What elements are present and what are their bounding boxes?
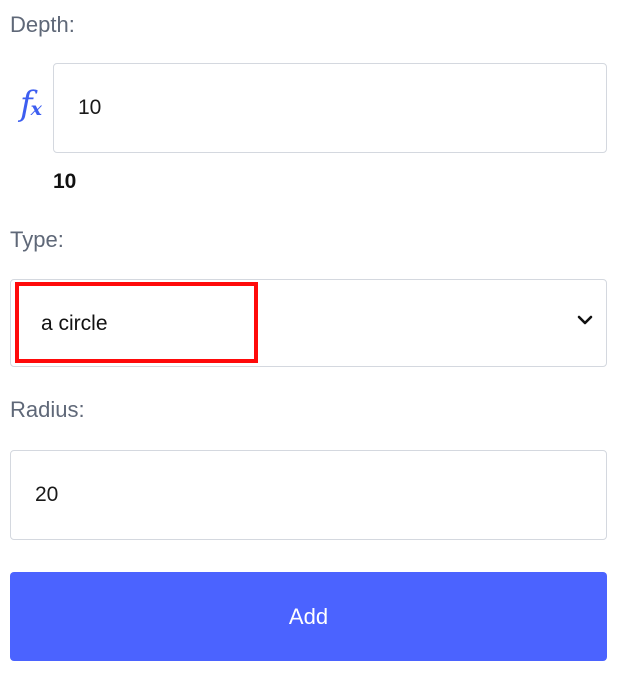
radius-input[interactable]: 20 [10,450,607,540]
depth-computed-value: 10 [53,170,77,193]
depth-label: Depth: [10,12,75,37]
type-label: Type: [10,227,64,252]
fx-icon[interactable]: fx [14,82,48,126]
add-button[interactable]: Add [10,572,607,661]
type-select-value: a circle [41,312,108,335]
type-select[interactable]: a circle [10,279,607,367]
radius-label: Radius: [10,397,85,422]
chevron-down-icon [577,315,593,325]
depth-input[interactable]: 10 [53,63,607,153]
